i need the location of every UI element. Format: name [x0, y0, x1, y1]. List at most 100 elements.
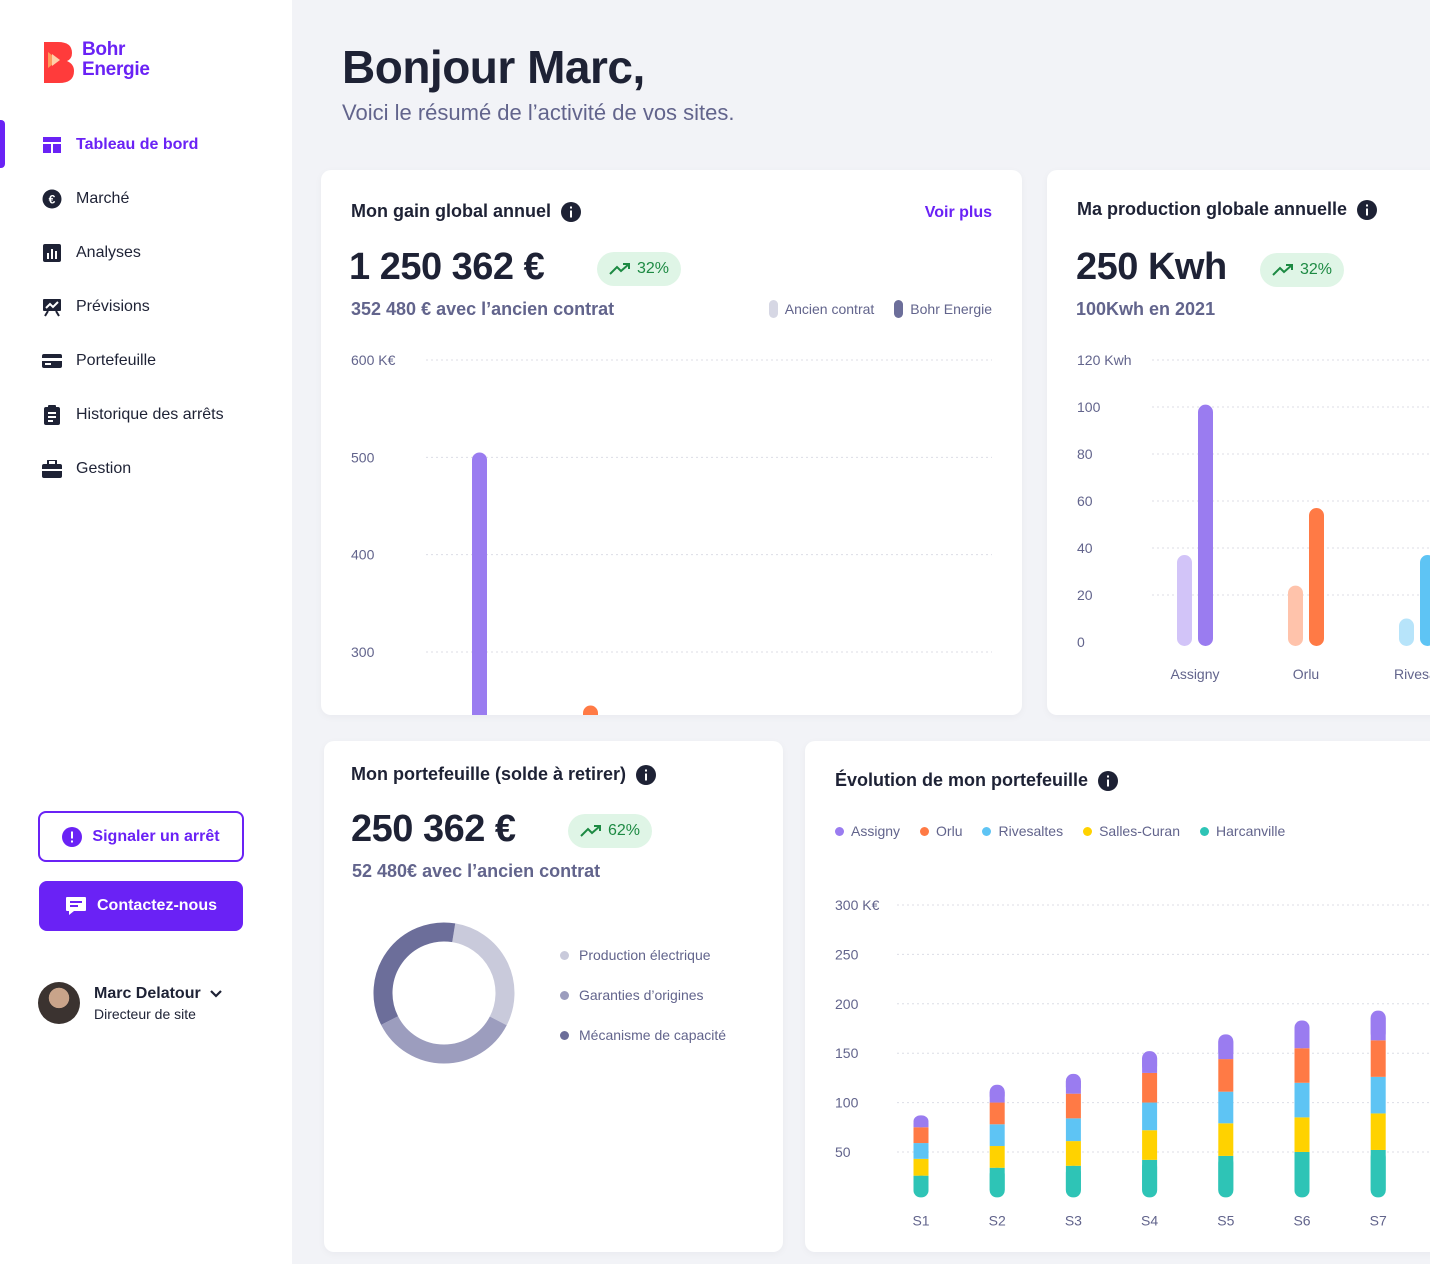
- donut-slice: [381, 1015, 507, 1064]
- y-tick-label: 500: [351, 449, 375, 465]
- production-subvalue: 100Kwh en 2021: [1076, 299, 1216, 319]
- nav-label: Marché: [76, 190, 130, 207]
- stacked-segment: [913, 1127, 929, 1144]
- user-role: Directeur de site: [94, 1005, 196, 1022]
- info-icon[interactable]: [1098, 770, 1119, 791]
- card-icon: [42, 351, 62, 371]
- y-tick-label: 300: [351, 644, 375, 660]
- stacked-segment: [1218, 1155, 1234, 1198]
- legend-label: Harcanville: [1216, 823, 1286, 839]
- nav-item-history[interactable]: Historique des arrêts: [0, 388, 292, 442]
- gain-card: Mon gain global annuel Voir plus 1 250 3…: [321, 170, 1022, 715]
- stacked-segment: [1142, 1102, 1158, 1131]
- report-stop-button[interactable]: Signaler un arrêt: [38, 811, 244, 862]
- evolution-legend-item: Salles-Curan: [1083, 823, 1180, 839]
- page-subtitle: Voici le résumé de l’activité de vos sit…: [342, 100, 735, 125]
- segment-body: [1065, 1118, 1081, 1142]
- legend-item-old: Ancien contrat: [768, 300, 874, 318]
- forecast-icon: [42, 297, 62, 317]
- see-more-link[interactable]: Voir plus: [925, 204, 992, 222]
- x-tick-label: S6: [1293, 1212, 1310, 1228]
- y-tick-label: 200: [835, 996, 859, 1012]
- evolution-title: Évolution de mon portefeuille: [835, 770, 1119, 791]
- x-tick-label: Rivesal: [1394, 666, 1430, 682]
- legend-label: Orlu: [936, 823, 963, 839]
- evolution-legend-item: Assigny: [835, 823, 900, 839]
- trend-up-icon: [609, 263, 630, 275]
- nav-label: Analyses: [76, 244, 141, 261]
- stacked-segment: [1370, 1010, 1386, 1041]
- legend-swatch: [894, 300, 904, 318]
- euro-icon: €: [42, 189, 62, 209]
- brand-logo[interactable]: Bohr Energie: [40, 40, 150, 84]
- segment-body: [1065, 1141, 1081, 1166]
- legend-swatch: [768, 300, 778, 318]
- stacked-segment: [1065, 1141, 1081, 1166]
- y-tick-label: 600 K€: [351, 352, 396, 368]
- wallet-value: 250 362 €: [351, 808, 516, 850]
- badge-text: 32%: [1300, 261, 1333, 278]
- user-name: Marc Delatour: [94, 984, 201, 1002]
- bar-bohr-energie: [1309, 508, 1324, 646]
- stacked-segment: [1294, 1082, 1310, 1118]
- info-icon[interactable]: [636, 764, 657, 785]
- wallet-badge: 62%: [568, 814, 653, 848]
- stacked-segment: [913, 1115, 929, 1128]
- gain-title: Mon gain global annuel: [351, 201, 581, 222]
- nav-item-forecast[interactable]: Prévisions: [0, 280, 292, 334]
- legend-dot: [982, 826, 992, 836]
- nav-label: Prévisions: [76, 298, 150, 315]
- nav-item-market[interactable]: € Marché: [0, 172, 292, 226]
- nav-item-dashboard[interactable]: Tableau de bord: [0, 118, 292, 172]
- y-tick-label: 400: [351, 547, 375, 563]
- stacked-segment: [1294, 1117, 1310, 1152]
- trend-up-icon: [1272, 264, 1293, 276]
- y-tick-label: 20: [1077, 587, 1093, 603]
- segment-body: [1142, 1058, 1158, 1073]
- info-icon[interactable]: [561, 201, 581, 222]
- segment-body: [1142, 1130, 1158, 1160]
- wallet-title: Mon portefeuille (solde à retirer): [351, 764, 657, 785]
- stacked-segment: [1065, 1093, 1081, 1119]
- gain-value: 1 250 362 €: [349, 246, 545, 288]
- x-tick-label: S7: [1370, 1212, 1387, 1228]
- stacked-segment: [1218, 1034, 1234, 1060]
- user-menu[interactable]: Marc Delatour Directeur de site: [38, 982, 223, 1024]
- x-tick-label: S2: [989, 1212, 1006, 1228]
- stacked-segment: [913, 1158, 929, 1176]
- stacked-segment: [1294, 1048, 1310, 1083]
- legend-item-new: Bohr Energie: [894, 300, 992, 318]
- evolution-legend-item: Orlu: [920, 823, 962, 839]
- bar-bohr-energie: [1420, 555, 1430, 646]
- x-tick-label: S1: [912, 1212, 929, 1228]
- contact-button[interactable]: Contactez-nous: [39, 881, 243, 931]
- stacked-segment: [989, 1102, 1005, 1125]
- segment-body: [1370, 1076, 1386, 1114]
- chat-icon: [66, 897, 86, 915]
- stacked-segment: [1065, 1118, 1081, 1142]
- donut-legend-item: Garanties d’origines: [560, 975, 726, 1015]
- info-icon[interactable]: [1357, 199, 1378, 220]
- segment-body: [1142, 1102, 1158, 1131]
- segment-body: [1370, 1040, 1386, 1077]
- evolution-title-text: Évolution de mon portefeuille: [835, 770, 1089, 790]
- nav-item-analyses[interactable]: Analyses: [0, 226, 292, 280]
- legend-label: Production électrique: [579, 947, 711, 963]
- wallet-card: Mon portefeuille (solde à retirer) 250 3…: [324, 741, 783, 1252]
- nav-label: Historique des arrêts: [76, 406, 224, 423]
- clipboard-icon: [42, 405, 62, 425]
- legend-dot: [560, 1030, 569, 1040]
- trend-up-icon: [580, 825, 601, 837]
- y-tick-label: 40: [1077, 540, 1093, 556]
- x-tick-label: S5: [1217, 1212, 1234, 1228]
- x-tick-label: Assigny: [1170, 666, 1219, 682]
- legend-dot: [835, 826, 844, 836]
- stacked-segment: [989, 1146, 1005, 1168]
- evolution-card: Évolution de mon portefeuille Assigny Orl…: [805, 741, 1430, 1252]
- nav-item-wallet[interactable]: Portefeuille: [0, 334, 292, 388]
- nav-item-management[interactable]: Gestion: [0, 442, 292, 496]
- segment-body: [1370, 1149, 1386, 1191]
- badge-text: 32%: [637, 260, 670, 277]
- stacked-segment: [1218, 1091, 1234, 1124]
- y-tick-label: 120 Kwh: [1077, 352, 1131, 368]
